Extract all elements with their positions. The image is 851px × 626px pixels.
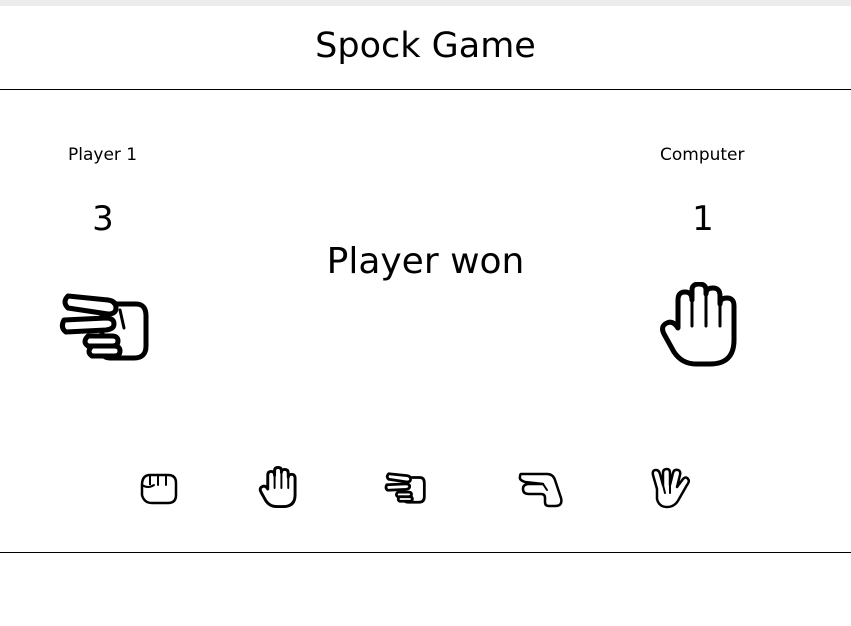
rock-hand-icon (138, 469, 178, 507)
computer-label: Computer (660, 145, 745, 165)
paper-hand-icon (258, 466, 298, 510)
lizard-button[interactable] (510, 460, 570, 516)
scissors-button[interactable] (376, 460, 436, 516)
computer-score: 1 (692, 199, 714, 239)
result-message: Player won (326, 241, 525, 282)
spock-button[interactable] (640, 460, 700, 516)
footer-divider (0, 552, 851, 553)
choice-bar (0, 460, 851, 520)
header-divider (0, 89, 851, 90)
rock-button[interactable] (128, 460, 188, 516)
paper-hand-icon (658, 282, 740, 370)
paper-button[interactable] (248, 460, 308, 516)
player-score: 3 (92, 199, 114, 239)
lizard-hand-icon (517, 468, 563, 508)
page-title: Spock Game (315, 26, 536, 66)
spock-hand-icon (649, 467, 691, 509)
scissors-hand-icon (384, 470, 428, 506)
top-strip (0, 0, 851, 6)
scissors-hand-icon (58, 288, 154, 366)
player-label: Player 1 (68, 145, 138, 165)
